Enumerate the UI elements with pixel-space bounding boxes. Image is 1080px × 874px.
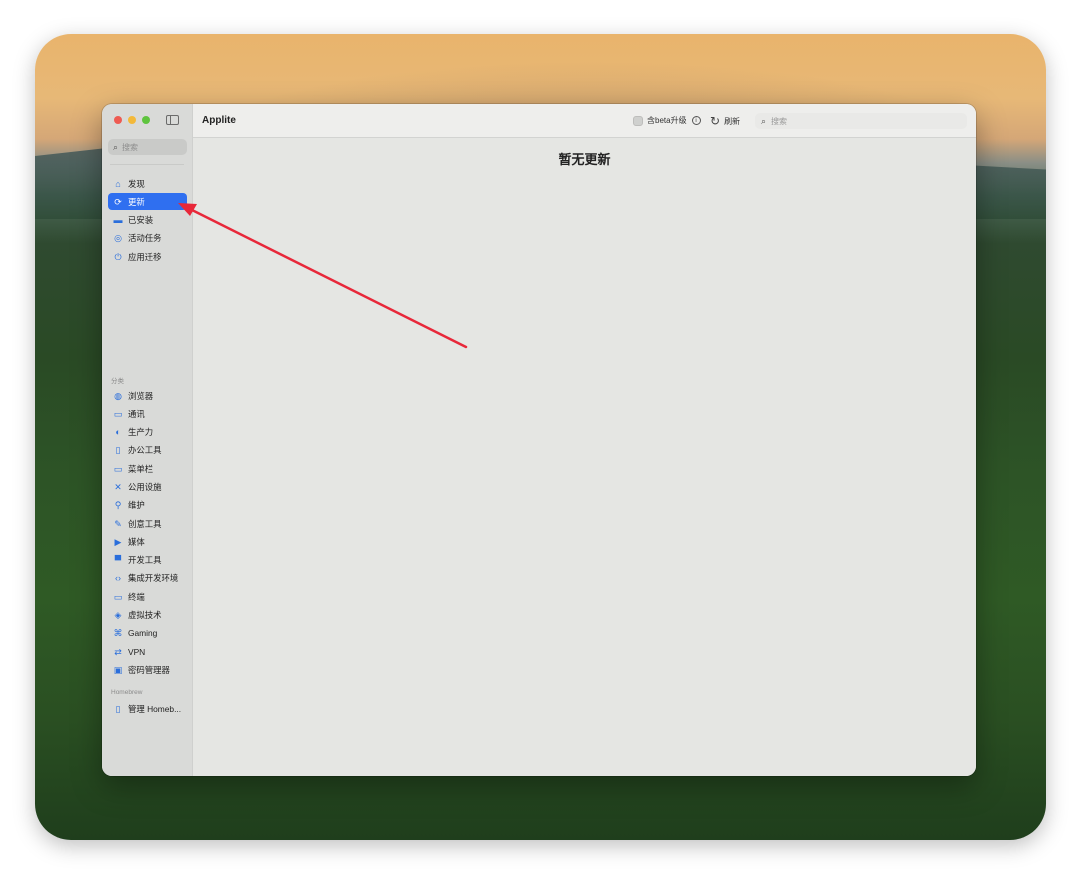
- pencil-icon: ✎: [114, 518, 122, 529]
- key-icon: ▣: [113, 664, 123, 675]
- homebrew-icon: ▯: [115, 703, 121, 714]
- sidebar-primary-item[interactable]: ⌂ 发现: [108, 175, 187, 192]
- sidebar-primary-nav: ⌂ 发现 ⟳ 更新 ▬ 已安装 ◎ 活动任务 ⏻ 应用迁移: [108, 175, 187, 266]
- sidebar-category-item[interactable]: ◐ 生产力: [108, 424, 187, 441]
- close-window-button[interactable]: [114, 116, 122, 124]
- sidebar-category-item-label: 维护: [128, 500, 145, 511]
- empty-updates-message: 暂无更新: [558, 152, 611, 167]
- minimize-window-button[interactable]: [128, 116, 136, 124]
- sidebar-search-placeholder: 搜索: [122, 142, 139, 152]
- play-icon: ▶: [114, 536, 122, 547]
- sidebar-category-item[interactable]: ✎ 创意工具: [108, 515, 187, 532]
- sidebar-divider: [110, 164, 184, 165]
- sidebar-category-item-label: 菜单栏: [128, 463, 154, 474]
- drive-icon: ▬: [113, 215, 123, 226]
- sidebar-category-item[interactable]: ▣ 密码管理器: [108, 661, 187, 678]
- sidebar-category-item-label: 虚拟技术: [128, 610, 162, 621]
- productivity-icon: ◐: [115, 427, 121, 438]
- menubar-icon: ▭: [113, 463, 123, 474]
- sidebar-category-item[interactable]: ‹› 集成开发环境: [108, 570, 187, 587]
- toolbar: Applite 含beta升级 i ↻ 刷新 ⌕ 搜索: [193, 104, 976, 138]
- sidebar-category-item[interactable]: ⚲ 维护: [108, 497, 187, 514]
- sidebar: ⌕ 搜索 ⌂ 发现 ⟳ 更新 ▬ 已安装 ◎ 活动任务 ⏻ 应用迁移 分类 ◍ 浏览器 ▭ 通讯 ◐ 生产力…: [102, 104, 193, 776]
- document-icon: ▯: [115, 445, 121, 456]
- app-title: Applite: [202, 115, 236, 126]
- sidebar-category-item-label: 集成开发环境: [128, 573, 179, 584]
- terminal-icon: ▭: [113, 591, 123, 602]
- refresh-button[interactable]: ↻ 刷新: [710, 114, 740, 128]
- beta-upgrade-toggle[interactable]: 含beta升级 i: [633, 115, 701, 126]
- sidebar-homebrew-nav: ▯ 管理 Homeb...: [108, 700, 187, 718]
- gamepad-icon: ⌘: [113, 628, 123, 639]
- sidebar-homebrew-section: Homebrew: [108, 687, 187, 699]
- wrench-icon: ⚲: [114, 500, 122, 511]
- sidebar-toggle-icon[interactable]: [166, 115, 179, 125]
- sidebar-primary-item-label: 应用迁移: [128, 251, 162, 262]
- sidebar-category-item-label: 公用设施: [128, 481, 162, 492]
- sidebar-primary-item[interactable]: ⟳ 更新: [108, 193, 187, 211]
- chat-icon: ▭: [113, 408, 123, 419]
- homebrew-section-label: Homebrew: [111, 689, 143, 696]
- sidebar-category-item-label: 媒体: [128, 536, 145, 547]
- sidebar-category-item[interactable]: ▶ 媒体: [108, 533, 187, 550]
- search-icon: ⌕: [113, 141, 119, 152]
- sidebar-category-item[interactable]: ⇄ VPN: [108, 643, 187, 660]
- sidebar-category-item-label: 生产力: [128, 427, 154, 438]
- sidebar-category-item[interactable]: ✕ 公用设施: [108, 478, 187, 495]
- beta-upgrade-label: 含beta升级: [647, 116, 687, 125]
- tools-icon: ✕: [114, 481, 122, 492]
- refresh-label: 刷新: [724, 116, 741, 126]
- migrate-icon: ⏻: [114, 251, 122, 262]
- sidebar-category-item[interactable]: ▭ 终端: [108, 588, 187, 605]
- sidebar-categories-nav: ◍ 浏览器 ▭ 通讯 ◐ 生产力 ▯ 办公工具 ▭ 菜单栏 ✕ 公用设施 ⚲ 维护 ✎ 创意工具 ▶ 媒体 ▀ 开发工…: [108, 387, 187, 680]
- refresh-icon: ↻: [710, 114, 721, 128]
- sidebar-category-item-label: 开发工具: [128, 555, 162, 566]
- search-icon: ⌕: [761, 115, 767, 126]
- checkbox-icon[interactable]: [633, 115, 643, 126]
- sidebar-category-item-label: 终端: [128, 591, 145, 602]
- sidebar-category-item[interactable]: ▀ 开发工具: [108, 552, 187, 569]
- activity-icon: ◎: [114, 233, 122, 244]
- sidebar-category-item-label: 通讯: [128, 408, 145, 419]
- app-window: ⌕ 搜索 ⌂ 发现 ⟳ 更新 ▬ 已安装 ◎ 活动任务 ⏻ 应用迁移 分类 ◍ 浏览器 ▭ 通讯 ◐ 生产力…: [102, 104, 976, 776]
- code-icon: ‹›: [115, 573, 121, 584]
- sidebar-search-input[interactable]: ⌕ 搜索: [108, 139, 187, 155]
- monitor-icon: ▀: [114, 555, 122, 566]
- cube-icon: ◈: [114, 610, 122, 621]
- sidebar-category-item-label: 密码管理器: [128, 664, 170, 675]
- sidebar-category-item[interactable]: ▯ 办公工具: [108, 442, 187, 459]
- window-controls: [114, 116, 150, 124]
- sidebar-primary-item-label: 活动任务: [128, 233, 162, 244]
- toolbar-search-input[interactable]: ⌕ 搜索: [755, 113, 967, 129]
- sidebar-primary-item[interactable]: ▬ 已安装: [108, 212, 187, 229]
- sidebar-category-item-label: 浏览器: [128, 390, 154, 401]
- home-icon: ⌂: [115, 178, 121, 189]
- sidebar-category-item[interactable]: ⌘ Gaming: [108, 625, 187, 642]
- sidebar-primary-item-label: 发现: [128, 178, 145, 189]
- main-content: Applite 含beta升级 i ↻ 刷新 ⌕ 搜索 暂无更新: [193, 104, 976, 776]
- sidebar-category-item[interactable]: ▭ 菜单栏: [108, 460, 187, 477]
- sidebar-homebrew-item-label: 管理 Homeb...: [128, 703, 182, 714]
- sidebar-category-item-label: 办公工具: [128, 445, 162, 456]
- update-icon: ⟳: [114, 196, 122, 207]
- sidebar-category-item-label: VPN: [128, 646, 146, 657]
- toolbar-search-placeholder: 搜索: [771, 116, 788, 126]
- sidebar-category-item-label: Gaming: [128, 628, 158, 639]
- sidebar-category-item[interactable]: ▭ 通讯: [108, 405, 187, 422]
- sidebar-category-item[interactable]: ◈ 虚拟技术: [108, 607, 187, 624]
- info-icon[interactable]: i: [691, 116, 701, 125]
- sidebar-homebrew-item[interactable]: ▯ 管理 Homeb...: [108, 700, 187, 717]
- vpn-icon: ⇄: [114, 646, 122, 657]
- sidebar-primary-item[interactable]: ◎ 活动任务: [108, 230, 187, 247]
- sidebar-primary-item-label: 更新: [128, 196, 145, 207]
- globe-icon: ◍: [114, 390, 122, 401]
- sidebar-primary-item[interactable]: ⏻ 应用迁移: [108, 248, 187, 265]
- sidebar-primary-item-label: 已安装: [128, 215, 154, 226]
- sidebar-category-item-label: 创意工具: [128, 518, 162, 529]
- zoom-window-button[interactable]: [142, 116, 150, 124]
- sidebar-category-item[interactable]: ◍ 浏览器: [108, 387, 187, 404]
